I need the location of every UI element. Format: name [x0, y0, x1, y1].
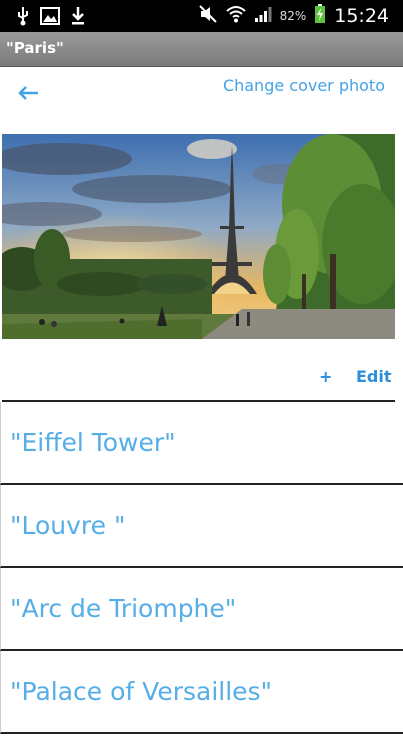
mute-icon: [198, 4, 218, 28]
edit-button[interactable]: Edit: [356, 367, 392, 386]
battery-percent: 82%: [279, 9, 307, 23]
arrow-left-icon: [18, 86, 38, 100]
places-list: "Eiffel Tower" "Louvre " "Arc de Triomph…: [0, 402, 403, 734]
status-left-icons: [16, 6, 86, 30]
battery-charging-icon: [314, 4, 326, 28]
add-place-button[interactable]: +: [319, 367, 332, 386]
image-icon: [40, 7, 60, 29]
change-cover-photo-link[interactable]: Change cover photo: [223, 76, 385, 95]
download-icon: [70, 6, 86, 30]
status-bar: 82% 15:24: [0, 0, 403, 32]
back-button[interactable]: [14, 80, 42, 106]
usb-icon: [16, 6, 30, 30]
signal-icon: [254, 5, 272, 27]
cover-photo: [2, 134, 395, 339]
list-item[interactable]: "Palace of Versailles": [0, 651, 403, 734]
list-item[interactable]: "Eiffel Tower": [0, 402, 403, 485]
clock: 15:24: [334, 5, 389, 27]
status-right-icons: 82% 15:24: [198, 4, 389, 28]
page-title: "Paris": [6, 39, 64, 57]
eiffel-tower-photo: [2, 134, 395, 339]
list-item[interactable]: "Louvre ": [0, 485, 403, 568]
wifi-icon: [225, 5, 246, 27]
list-item[interactable]: "Arc de Triomphe": [0, 568, 403, 651]
title-bar: "Paris": [0, 32, 403, 67]
